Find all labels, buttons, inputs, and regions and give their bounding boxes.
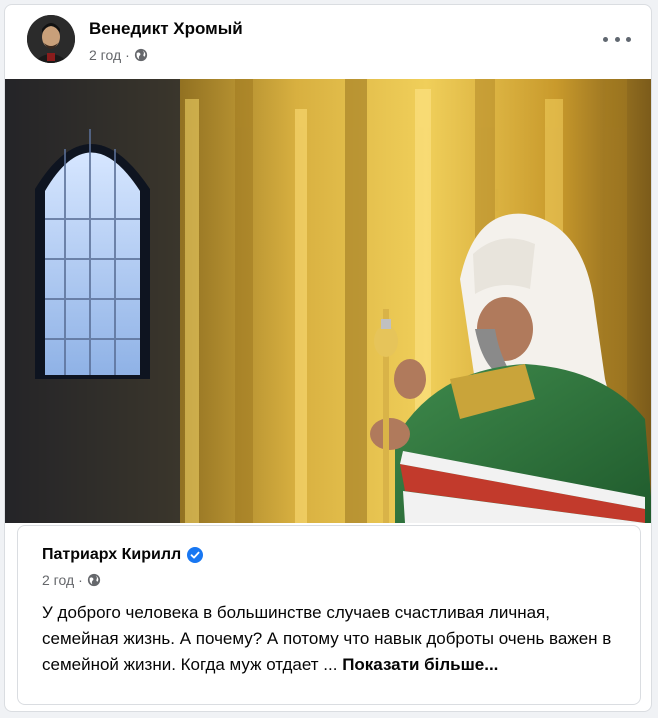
- more-options-icon[interactable]: [603, 29, 631, 49]
- see-more-link[interactable]: Показати більше...: [342, 655, 498, 674]
- facebook-post: Венедикт Хромый 2 год · Патриарх Кирилл …: [4, 4, 652, 712]
- globe-icon[interactable]: [87, 573, 101, 587]
- post-author-name[interactable]: Венедикт Хромый: [89, 19, 243, 39]
- shared-post-meta: 2 год ·: [42, 572, 101, 588]
- more-dot: [614, 36, 620, 42]
- shared-author: Патриарх Кирилл: [42, 546, 204, 564]
- shared-post-card[interactable]: Патриарх Кирилл 2 год · У доброго челове…: [17, 525, 641, 705]
- shared-post-timestamp[interactable]: 2 год: [42, 572, 74, 588]
- shared-post-text: У доброго человека в большинстве случаев…: [42, 600, 628, 678]
- meta-separator: ·: [125, 47, 130, 63]
- author-avatar[interactable]: [27, 15, 75, 63]
- globe-icon[interactable]: [134, 48, 148, 62]
- shared-post-body: У доброго человека в большинстве случаев…: [42, 603, 612, 674]
- shared-author-name[interactable]: Патриарх Кирилл: [42, 546, 181, 564]
- post-photo[interactable]: [5, 79, 651, 523]
- more-dot: [626, 36, 631, 42]
- post-header: Венедикт Хромый 2 год ·: [5, 5, 651, 77]
- post-timestamp[interactable]: 2 год: [89, 47, 121, 63]
- meta-separator: ·: [78, 572, 83, 588]
- more-dot: [603, 36, 608, 42]
- verified-badge-icon: [187, 547, 204, 563]
- post-meta: 2 год ·: [89, 47, 148, 63]
